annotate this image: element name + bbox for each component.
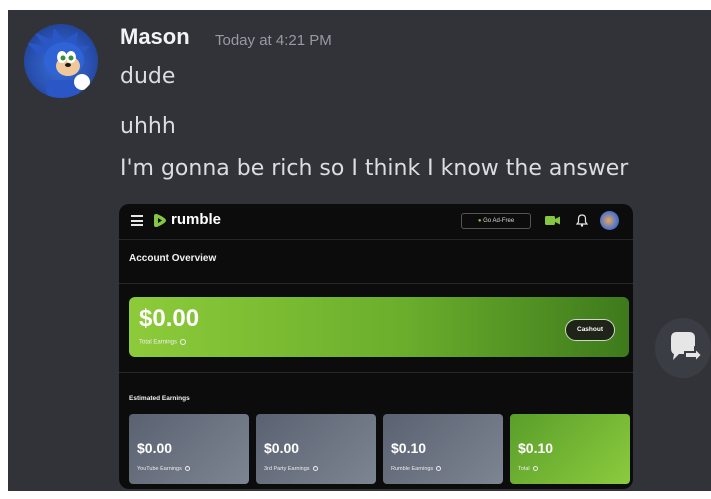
total-earnings-label: Total Earnings — [139, 339, 187, 346]
sonic-avatar-icon — [26, 28, 90, 98]
avatar[interactable] — [24, 24, 98, 98]
bell-icon — [576, 214, 588, 227]
message-line-3: I'm gonna be rich so I think I know the … — [120, 156, 629, 181]
total-earnings-small-card: $0.10 Total — [510, 414, 630, 484]
rumble-topbar: rumble ● Go Ad-Free — [119, 204, 633, 238]
hamburger-icon — [131, 215, 143, 226]
section-divider — [119, 283, 633, 284]
earnings-amount: $0.00 — [137, 440, 173, 456]
account-overview-title: Account Overview — [129, 253, 217, 264]
go-ad-free-button: ● Go Ad-Free — [461, 213, 531, 229]
youtube-earnings-card: $0.00 YouTube Earnings — [129, 414, 249, 484]
estimated-earnings-title: Estimated Earnings — [129, 395, 190, 402]
info-icon — [184, 466, 190, 472]
earnings-label-text: Total — [518, 466, 530, 472]
username[interactable]: Mason — [120, 24, 190, 50]
info-icon — [180, 339, 187, 345]
earnings-label-text: 3rd Party Earnings — [264, 466, 310, 472]
earnings-label: YouTube Earnings — [137, 466, 190, 472]
topbar-divider — [119, 239, 633, 240]
earnings-label: 3rd Party Earnings — [264, 466, 318, 472]
cashout-button: Cashout — [565, 319, 615, 341]
message-line-1: dude — [120, 64, 176, 89]
total-earnings-amount: $0.00 — [139, 305, 200, 332]
info-icon — [532, 466, 538, 472]
earnings-label: Rumble Earnings — [391, 466, 442, 472]
earnings-label: Total — [518, 466, 538, 472]
info-icon — [436, 466, 442, 472]
reply-button[interactable] — [655, 318, 711, 378]
rumble-earnings-card: $0.10 Rumble Earnings — [383, 414, 503, 484]
rumble-brand: rumble — [171, 211, 222, 228]
message-line-2: uhhh — [120, 114, 176, 139]
earnings-label-text: YouTube Earnings — [137, 466, 182, 472]
go-ad-free-label: Go Ad-Free — [483, 218, 515, 224]
video-upload-icon — [545, 216, 560, 225]
reply-icon — [671, 332, 704, 365]
rumble-logo-icon — [154, 214, 166, 227]
third-party-earnings-card: $0.00 3rd Party Earnings — [256, 414, 376, 484]
earnings-amount: $0.10 — [518, 440, 554, 456]
earnings-amount: $0.10 — [391, 440, 427, 456]
chat-area: Mason Today at 4:21 PM dude uhhh I'm gon… — [8, 10, 711, 491]
total-earnings-card: $0.00 Total Earnings Cashout — [129, 297, 629, 357]
earnings-label-text: Rumble Earnings — [391, 466, 434, 472]
estimated-divider — [119, 372, 633, 373]
total-earnings-label-text: Total Earnings — [139, 339, 178, 346]
message-timestamp: Today at 4:21 PM — [215, 32, 332, 49]
earnings-amount: $0.00 — [264, 440, 300, 456]
info-icon — [312, 466, 318, 472]
embedded-screenshot[interactable]: rumble ● Go Ad-Free Account Overview $0.… — [119, 204, 633, 489]
profile-avatar — [600, 211, 619, 230]
